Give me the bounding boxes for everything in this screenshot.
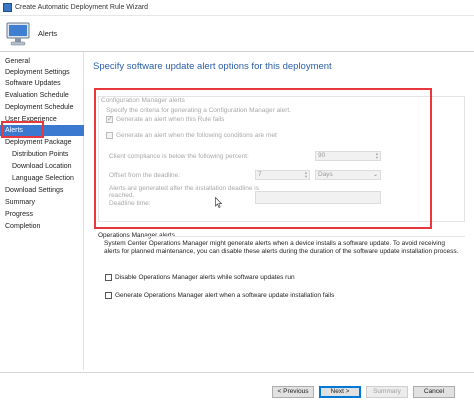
- nav-item-distribution-points[interactable]: Distribution Points: [0, 149, 84, 160]
- nav-item-download-location[interactable]: Download Location: [0, 161, 84, 172]
- om-alerts-description: System Center Operations Manager might g…: [104, 240, 459, 255]
- disable-om-alerts-checkbox[interactable]: [105, 274, 112, 281]
- previous-button[interactable]: < Previous: [272, 386, 314, 398]
- wizard-content: Specify software update alert options fo…: [85, 52, 474, 370]
- cm-alerts-highlight-box: [94, 88, 432, 229]
- nav-item-software-updates[interactable]: Software Updates: [0, 78, 84, 89]
- app-icon: [3, 3, 12, 12]
- wizard-header: Alerts: [0, 16, 474, 52]
- next-button[interactable]: Next >: [319, 386, 361, 398]
- generate-om-alert-checkbox[interactable]: [105, 292, 112, 299]
- content-title: Specify software update alert options fo…: [93, 61, 332, 72]
- nav-item-deployment-settings[interactable]: Deployment Settings: [0, 67, 84, 78]
- footer-divider: [0, 372, 474, 373]
- window-title: Create Automatic Deployment Rule Wizard: [15, 4, 149, 11]
- nav-item-summary[interactable]: Summary: [0, 197, 84, 208]
- nav-item-progress[interactable]: Progress: [0, 209, 84, 220]
- nav-item-deployment-schedule[interactable]: Deployment Schedule: [0, 102, 84, 113]
- summary-button[interactable]: Summary: [366, 386, 408, 398]
- nav-item-completion[interactable]: Completion: [0, 221, 84, 232]
- cancel-button[interactable]: Cancel: [413, 386, 455, 398]
- nav-item-evaluation-schedule[interactable]: Evaluation Schedule: [0, 90, 84, 101]
- page-heading: Alerts: [38, 29, 58, 38]
- mouse-cursor-icon: [215, 197, 222, 208]
- nav-item-language-selection[interactable]: Language Selection: [0, 173, 84, 184]
- computer-monitor-icon: [6, 22, 30, 46]
- wizard-navigation: General Deployment Settings Software Upd…: [0, 52, 84, 370]
- window-title-bar: Create Automatic Deployment Rule Wizard: [0, 0, 474, 16]
- alerts-highlight-box: [1, 121, 44, 138]
- nav-item-general[interactable]: General: [0, 56, 84, 67]
- om-alerts-group-divider: [145, 236, 465, 237]
- generate-om-alert-label: Generate Operations Manager alert when a…: [115, 292, 335, 299]
- nav-item-deployment-package[interactable]: Deployment Package: [0, 137, 84, 148]
- nav-item-download-settings[interactable]: Download Settings: [0, 185, 84, 196]
- disable-om-alerts-label: Disable Operations Manager alerts while …: [115, 274, 295, 281]
